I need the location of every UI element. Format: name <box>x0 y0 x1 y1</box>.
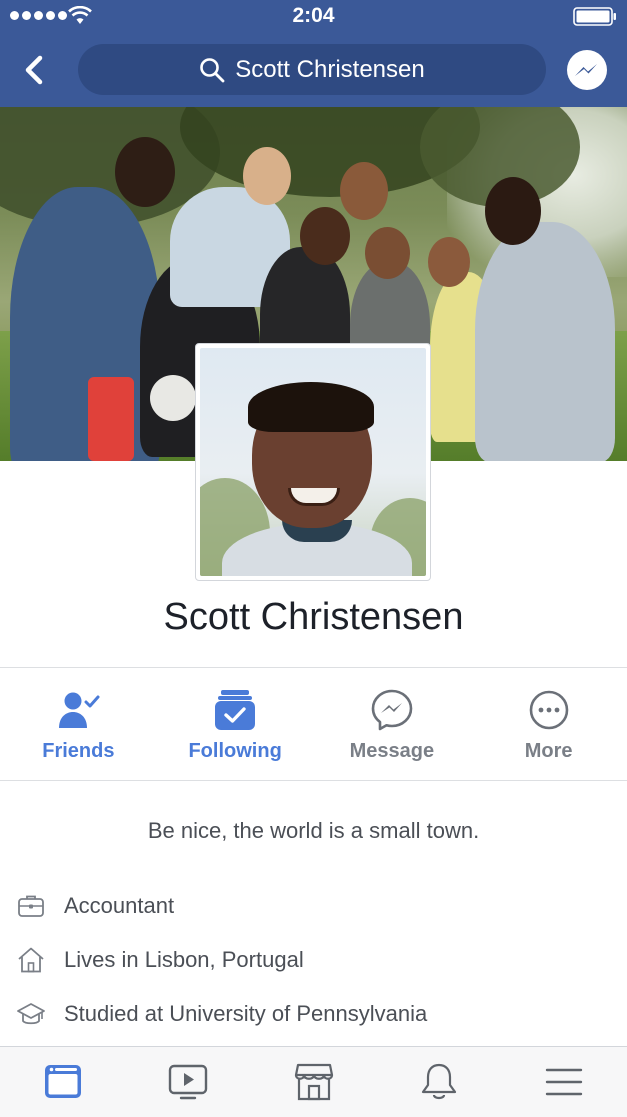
message-label: Message <box>349 740 435 762</box>
profile-picture[interactable] <box>195 343 431 581</box>
marketplace-icon <box>294 1063 333 1101</box>
friends-button[interactable]: Friends <box>0 668 157 780</box>
more-label: More <box>524 740 573 762</box>
briefcase-icon <box>18 895 44 917</box>
search-icon <box>200 57 225 82</box>
message-button[interactable]: Message <box>314 668 471 780</box>
status-bar: 2:04 <box>0 0 627 34</box>
profile-name: Scott Christensen <box>163 596 464 638</box>
following-label: Following <box>188 740 282 762</box>
tab-menu[interactable] <box>502 1047 627 1117</box>
info-work-text: Accountant <box>64 893 175 918</box>
tab-news-feed[interactable] <box>0 1047 125 1117</box>
friends-check-icon <box>59 692 100 728</box>
info-row-education[interactable]: Studied at University of Pennsylvania <box>16 999 427 1029</box>
friends-label: Friends <box>42 740 115 762</box>
bio-text: Be nice, the world is a small town. <box>147 818 480 843</box>
graduation-cap-icon <box>17 1003 45 1025</box>
back-chevron-icon[interactable] <box>18 52 54 88</box>
following-button[interactable]: Following <box>157 668 314 780</box>
top-bar: 2:04 Scott Christensen <box>0 0 627 107</box>
watch-video-icon <box>168 1064 208 1100</box>
info-location-text: Lives in Lisbon, Portugal <box>64 947 304 972</box>
info-row-work[interactable]: Accountant <box>16 891 174 921</box>
battery-icon <box>573 7 616 26</box>
info-education-text: Studied at University of Pennsylvania <box>64 1001 428 1026</box>
menu-icon <box>546 1068 583 1096</box>
notifications-bell-icon <box>421 1063 457 1100</box>
messenger-icon[interactable] <box>565 49 609 93</box>
tab-notifications[interactable] <box>376 1047 501 1117</box>
home-icon <box>18 947 44 973</box>
tab-watch[interactable] <box>125 1047 250 1117</box>
messenger-icon <box>371 689 413 731</box>
tab-marketplace[interactable] <box>251 1047 376 1117</box>
more-dots-icon <box>529 690 568 730</box>
more-button[interactable]: More <box>470 668 627 780</box>
search-query: Scott Christensen <box>235 55 425 83</box>
search-bar[interactable]: Scott Christensen <box>78 44 546 95</box>
status-time: 2:04 <box>292 4 335 27</box>
intro-section: Be nice, the world is a small town. Acco… <box>0 781 627 1045</box>
info-row-location[interactable]: Lives in Lisbon, Portugal <box>16 945 304 975</box>
bottom-tab-bar <box>0 1046 627 1117</box>
news-feed-icon <box>44 1065 81 1098</box>
profile-actions: Friends Following Message More <box>0 668 627 780</box>
following-check-icon <box>215 690 256 730</box>
